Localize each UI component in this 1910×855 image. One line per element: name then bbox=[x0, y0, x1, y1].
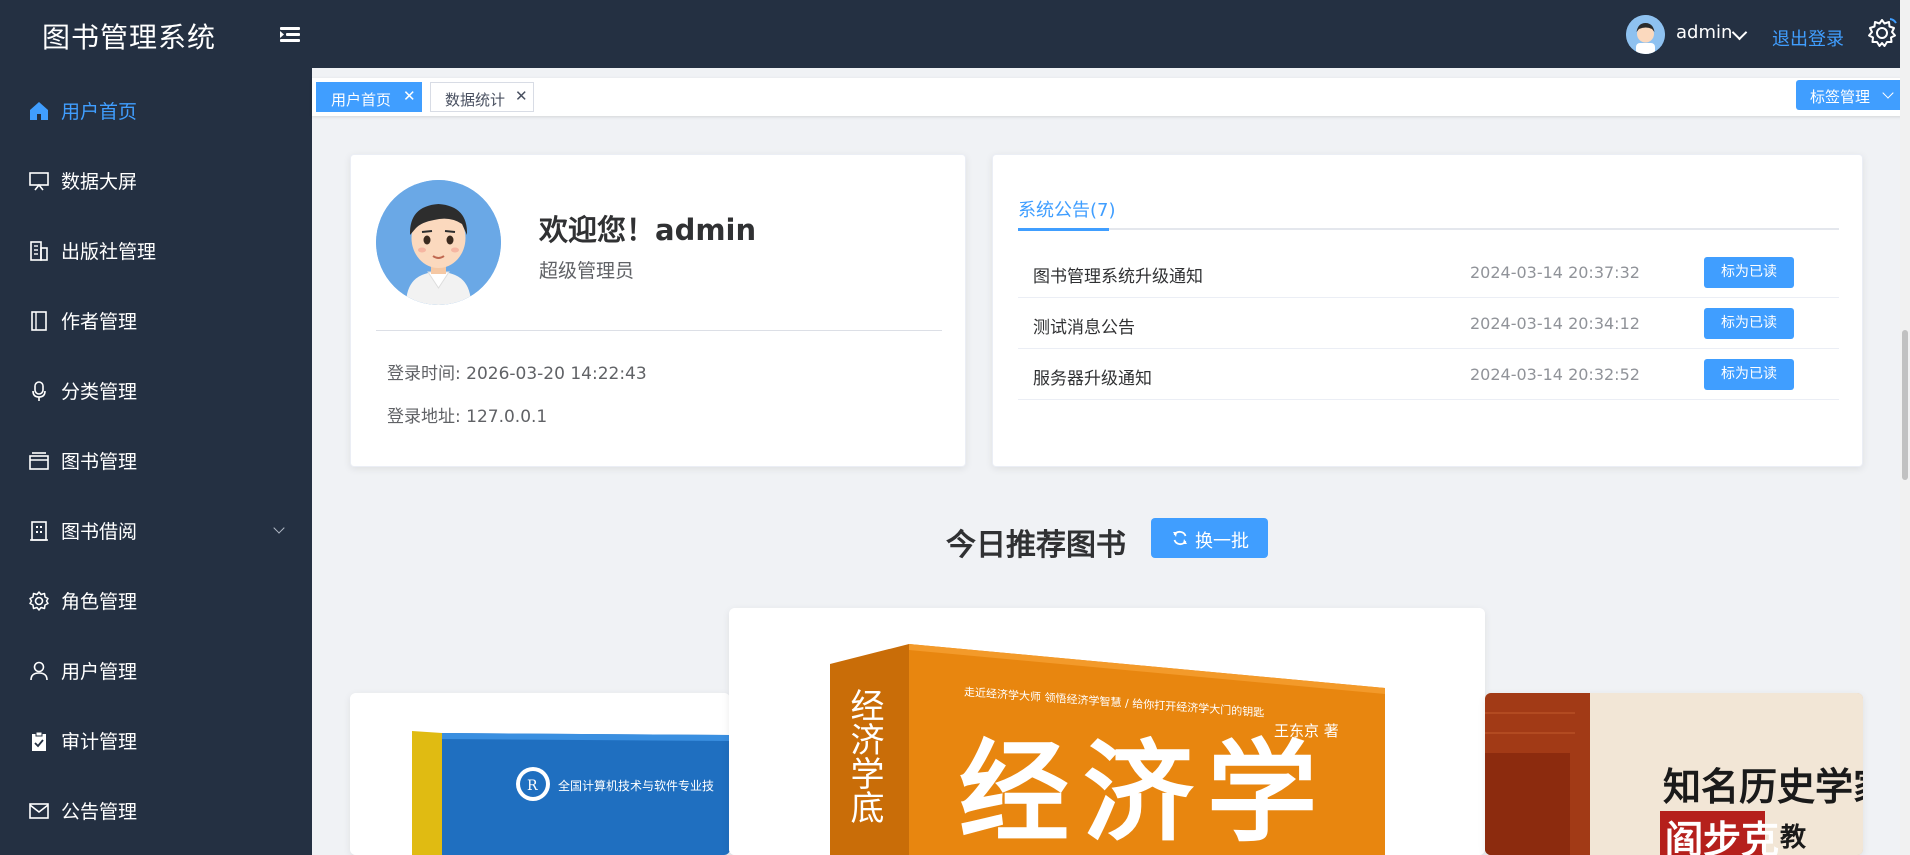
sidebar-item-data-screen[interactable]: 数据大屏 bbox=[0, 146, 312, 216]
close-icon[interactable]: ✕ bbox=[403, 87, 416, 105]
chevron-down-icon bbox=[273, 522, 285, 534]
sidebar-item-label: 图书借阅 bbox=[61, 521, 138, 543]
top-header: 图书管理系统 admin 退出登录 bbox=[0, 0, 1910, 68]
login-time-row: 登录时间: 2026-03-20 14:22:43 bbox=[387, 359, 647, 384]
tab-system-notice[interactable]: 系统公告(7) bbox=[1018, 196, 1116, 222]
sidebar-item-label: 用户管理 bbox=[61, 661, 138, 683]
notice-row: 图书管理系统升级通知 2024-03-14 20:37:32 标为已读 bbox=[1018, 247, 1839, 298]
book-cover-text: 知名历史学家 bbox=[1663, 765, 1863, 809]
notice-time: 2024-03-14 20:32:52 bbox=[1470, 365, 1640, 384]
sidebar-item-borrow[interactable]: 图书借阅 bbox=[0, 496, 312, 566]
user-role: 超级管理员 bbox=[539, 260, 635, 282]
sidebar-item-label: 出版社管理 bbox=[61, 241, 157, 263]
refresh-label: 换一批 bbox=[1195, 531, 1249, 552]
menu-toggle-icon[interactable] bbox=[276, 22, 302, 48]
book-author-name: 阎步克 bbox=[1665, 818, 1780, 855]
welcome-title: 欢迎您！admin bbox=[539, 213, 757, 247]
logout-link[interactable]: 退出登录 bbox=[1772, 25, 1844, 51]
notice-title[interactable]: 图书管理系统升级通知 bbox=[1033, 262, 1203, 287]
tag-manage-button[interactable]: 标签管理 bbox=[1796, 80, 1906, 110]
setting-icon bbox=[29, 591, 49, 611]
tag-label: 数据统计 bbox=[445, 91, 506, 109]
chevron-down-icon[interactable] bbox=[1731, 24, 1748, 41]
tag-manage-label: 标签管理 bbox=[1810, 88, 1871, 106]
divider bbox=[376, 330, 942, 331]
tab-active-indicator bbox=[1018, 228, 1109, 231]
book-card[interactable]: 经济学底 走近经济学大师 领悟经济学智慧 / 给你打开经济学大门的钥匙 王东京 … bbox=[729, 608, 1485, 855]
mark-read-button[interactable]: 标为已读 bbox=[1704, 257, 1794, 288]
sidebar-item-label: 用户首页 bbox=[61, 101, 138, 123]
user-name[interactable]: admin bbox=[1676, 22, 1732, 43]
close-icon[interactable]: ✕ bbox=[515, 87, 528, 105]
home-icon bbox=[30, 102, 48, 120]
message-icon bbox=[29, 803, 49, 819]
tag-home[interactable]: 用户首页 ✕ bbox=[316, 82, 422, 112]
sidebar-item-audit[interactable]: 审计管理 bbox=[0, 706, 312, 776]
refresh-button[interactable]: 换一批 bbox=[1151, 518, 1268, 558]
notice-title[interactable]: 测试消息公告 bbox=[1033, 313, 1135, 338]
chevron-down-icon bbox=[1882, 87, 1894, 99]
sidebar-item-label: 图书管理 bbox=[61, 451, 138, 473]
sidebar-item-category[interactable]: 分类管理 bbox=[0, 356, 312, 426]
notice-time: 2024-03-14 20:34:12 bbox=[1470, 314, 1640, 333]
user-avatar-large bbox=[376, 180, 501, 305]
microphone-icon bbox=[32, 381, 46, 401]
book-cover-suffix: 教 bbox=[1780, 823, 1807, 853]
login-address-label: 登录地址: bbox=[387, 407, 461, 427]
notice-title[interactable]: 服务器升级通知 bbox=[1033, 364, 1152, 389]
tags-view-bar: 用户首页 ✕ 数据统计 ✕ bbox=[312, 78, 1910, 116]
sidebar: 用户首页 数据大屏 出版社管理 作者管理 分类管理 图书管理 图书借阅 角色管理… bbox=[0, 68, 312, 855]
user-info-card: 欢迎您！admin 超级管理员 登录时间: 2026-03-20 14:22:4… bbox=[350, 154, 966, 467]
checked-clipboard-icon bbox=[32, 731, 46, 751]
notice-row: 服务器升级通知 2024-03-14 20:32:52 标为已读 bbox=[1018, 349, 1839, 400]
monitor-icon bbox=[29, 172, 49, 191]
notice-time: 2024-03-14 20:37:32 bbox=[1470, 263, 1640, 282]
sidebar-item-notice[interactable]: 公告管理 bbox=[0, 776, 312, 846]
wallet-icon bbox=[29, 452, 49, 470]
book-spine-text: 经济学底 bbox=[844, 688, 884, 824]
sidebar-item-home[interactable]: 用户首页 bbox=[0, 76, 312, 146]
sidebar-item-author[interactable]: 作者管理 bbox=[0, 286, 312, 356]
building-icon bbox=[30, 241, 48, 261]
login-address-row: 登录地址: 127.0.0.1 bbox=[387, 402, 547, 427]
sidebar-item-label: 数据大屏 bbox=[61, 171, 138, 193]
sidebar-item-roles[interactable]: 角色管理 bbox=[0, 566, 312, 636]
tag-statistics[interactable]: 数据统计 ✕ bbox=[430, 82, 534, 112]
mark-read-button[interactable]: 标为已读 bbox=[1704, 308, 1794, 339]
scrollbar-thumb[interactable] bbox=[1902, 330, 1908, 480]
user-icon bbox=[30, 661, 48, 681]
sidebar-item-users[interactable]: 用户管理 bbox=[0, 636, 312, 706]
book-cover-text: 全国计算机技术与软件专业技 bbox=[558, 779, 715, 793]
refresh-icon bbox=[1173, 530, 1187, 546]
sidebar-item-label: 公告管理 bbox=[61, 801, 138, 823]
sidebar-item-label: 分类管理 bbox=[61, 381, 138, 403]
sidebar-item-books[interactable]: 图书管理 bbox=[0, 426, 312, 496]
svg-text:R: R bbox=[527, 778, 538, 794]
login-time-label: 登录时间: bbox=[387, 364, 461, 384]
gear-icon[interactable] bbox=[1866, 17, 1898, 49]
office-building-icon bbox=[30, 521, 48, 541]
recommend-title: 今日推荐图书 bbox=[946, 528, 1126, 563]
book-title-text: 经济学 bbox=[959, 729, 1331, 855]
app-title: 图书管理系统 bbox=[42, 21, 217, 54]
book-card[interactable]: R 全国计算机技术与软件专业技 bbox=[350, 693, 730, 855]
book-card[interactable]: 知名历史学家 阎步克 教 bbox=[1485, 693, 1863, 855]
user-avatar[interactable] bbox=[1626, 15, 1665, 54]
sidebar-item-label: 角色管理 bbox=[61, 591, 138, 613]
mark-read-button[interactable]: 标为已读 bbox=[1704, 359, 1794, 390]
notice-row: 测试消息公告 2024-03-14 20:34:12 标为已读 bbox=[1018, 298, 1839, 349]
tab-underline-track bbox=[1018, 228, 1839, 230]
sidebar-item-label: 审计管理 bbox=[61, 731, 138, 753]
login-address-value: 127.0.0.1 bbox=[466, 407, 548, 427]
notice-card: 系统公告(7) 图书管理系统升级通知 2024-03-14 20:37:32 标… bbox=[992, 154, 1863, 467]
tag-label: 用户首页 bbox=[331, 91, 392, 109]
notebook-icon bbox=[31, 311, 47, 331]
book-cover-image: R bbox=[350, 693, 730, 855]
sidebar-item-publisher[interactable]: 出版社管理 bbox=[0, 216, 312, 286]
login-time-value: 2026-03-20 14:22:43 bbox=[466, 364, 647, 384]
sidebar-item-label: 作者管理 bbox=[61, 311, 138, 333]
